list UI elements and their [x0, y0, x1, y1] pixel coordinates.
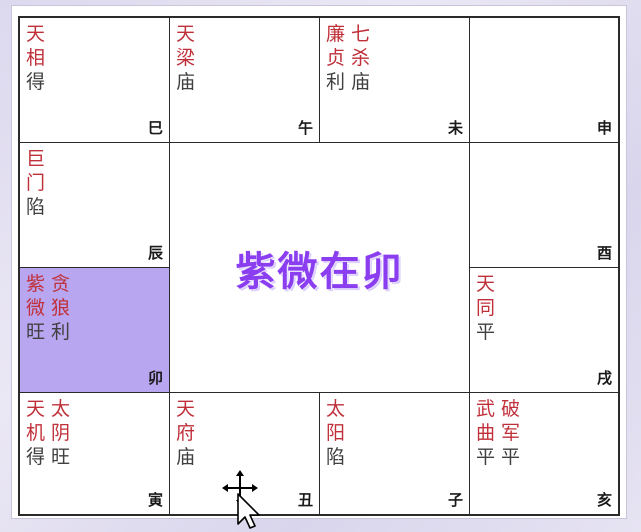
earthly-branch-label: 辰: [147, 244, 163, 262]
palace-stars: 天同平: [476, 272, 495, 344]
star-brightness: 庙: [351, 71, 371, 93]
star-name-char: 相: [26, 47, 46, 69]
star-name-char: 天: [176, 398, 196, 420]
star-column: 贪狼利: [51, 272, 70, 344]
star-name-char: 巨: [26, 148, 46, 170]
star-name-char: 七: [351, 23, 371, 45]
star-column: 天梁庙: [176, 22, 195, 94]
star-name-char: 紫: [26, 273, 46, 295]
earthly-branch-label: 申: [596, 119, 612, 137]
star-column: 七杀庙: [351, 22, 370, 94]
star-column: 武曲平: [476, 397, 495, 469]
star-name-char: 阴: [51, 422, 71, 444]
palace-stars: 廉贞利七杀庙: [326, 22, 370, 94]
star-name-char: 天: [26, 23, 46, 45]
star-name-char: 门: [26, 172, 46, 194]
star-brightness: 旺: [51, 446, 71, 468]
star-name-char: 天: [26, 398, 46, 420]
palace-stars: 巨门陷: [26, 147, 45, 219]
star-brightness: 得: [26, 446, 46, 468]
star-column: 太阴旺: [51, 397, 70, 469]
star-brightness: 陷: [326, 446, 346, 468]
star-name-char: 武: [476, 398, 496, 420]
star-name-char: 贞: [326, 47, 346, 69]
star-column: 破军平: [501, 397, 520, 469]
earthly-branch-label: 子: [447, 491, 463, 509]
palace-hai: 武曲平破军平亥: [470, 393, 618, 514]
earthly-branch-label: 巳: [147, 119, 163, 137]
palace-xu: 天同平戌: [470, 268, 618, 393]
star-name-char: 太: [51, 398, 71, 420]
palace-you: 酉: [470, 143, 618, 268]
star-name-char: 军: [501, 422, 521, 444]
palace-stars: 天府庙: [176, 397, 195, 469]
star-name-char: 破: [501, 398, 521, 420]
star-name-char: 杀: [351, 47, 371, 69]
star-brightness: 庙: [176, 71, 196, 93]
star-brightness: 庙: [176, 446, 196, 468]
palace-chen: 巨门陷辰: [20, 143, 170, 268]
star-brightness: 陷: [26, 196, 46, 218]
palace-stars: 天机得太阴旺: [26, 397, 70, 469]
star-brightness: 利: [51, 321, 71, 343]
earthly-branch-label: 酉: [596, 244, 612, 262]
star-name-char: 太: [326, 398, 346, 420]
move-cursor-icon: [222, 470, 260, 529]
star-name-char: 贪: [51, 273, 71, 295]
star-name-char: 微: [26, 297, 46, 319]
star-column: 天机得: [26, 397, 45, 469]
palace-wu: 天梁庙午: [170, 18, 320, 143]
palace-stars: 武曲平破军平: [476, 397, 520, 469]
star-name-char: 阳: [326, 422, 346, 444]
palace-stars: 天相得: [26, 22, 45, 94]
star-brightness: 平: [501, 446, 521, 468]
star-name-char: 梁: [176, 47, 196, 69]
earthly-branch-label: 戌: [596, 369, 612, 387]
star-name-char: 府: [176, 422, 196, 444]
star-name-char: 天: [176, 23, 196, 45]
star-brightness: 得: [26, 71, 46, 93]
palace-stars: 紫微旺贪狼利: [26, 272, 70, 344]
star-column: 太阳陷: [326, 397, 345, 469]
earthly-branch-label: 亥: [596, 491, 612, 509]
star-brightness: 旺: [26, 321, 46, 343]
star-name-char: 天: [476, 273, 496, 295]
earthly-branch-label: 午: [297, 119, 313, 137]
chart-title: 紫微在卯: [235, 248, 404, 295]
chart-center: 紫微在卯: [170, 143, 470, 393]
palace-yin: 天机得太阴旺寅: [20, 393, 170, 514]
palace-wei: 廉贞利七杀庙未: [320, 18, 470, 143]
star-column: 巨门陷: [26, 147, 45, 219]
star-column: 廉贞利: [326, 22, 345, 94]
earthly-branch-label: 寅: [147, 491, 163, 509]
palace-mao: 紫微旺贪狼利卯: [20, 268, 170, 393]
star-name-char: 廉: [326, 23, 346, 45]
ziwei-chart-board: 天相得巳 天梁庙午 廉贞利七杀庙未 申 巨门陷辰 紫微在卯 酉 紫微旺贪狼利卯 …: [18, 16, 620, 516]
star-column: 天同平: [476, 272, 495, 344]
star-brightness: 平: [476, 446, 496, 468]
star-name-char: 曲: [476, 422, 496, 444]
star-column: 天相得: [26, 22, 45, 94]
star-name-char: 同: [476, 297, 496, 319]
star-column: 紫微旺: [26, 272, 45, 344]
palace-zi: 太阳陷子: [320, 393, 470, 514]
earthly-branch-label: 未: [447, 119, 463, 137]
star-column: 天府庙: [176, 397, 195, 469]
palace-stars: 太阳陷: [326, 397, 345, 469]
palace-stars: 天梁庙: [176, 22, 195, 94]
earthly-branch-label: 卯: [147, 369, 163, 387]
palace-shen: 申: [470, 18, 618, 143]
star-brightness: 平: [476, 321, 496, 343]
earthly-branch-label: 丑: [297, 491, 313, 509]
star-brightness: 利: [326, 71, 346, 93]
palace-si: 天相得巳: [20, 18, 170, 143]
star-name-char: 机: [26, 422, 46, 444]
star-name-char: 狼: [51, 297, 71, 319]
